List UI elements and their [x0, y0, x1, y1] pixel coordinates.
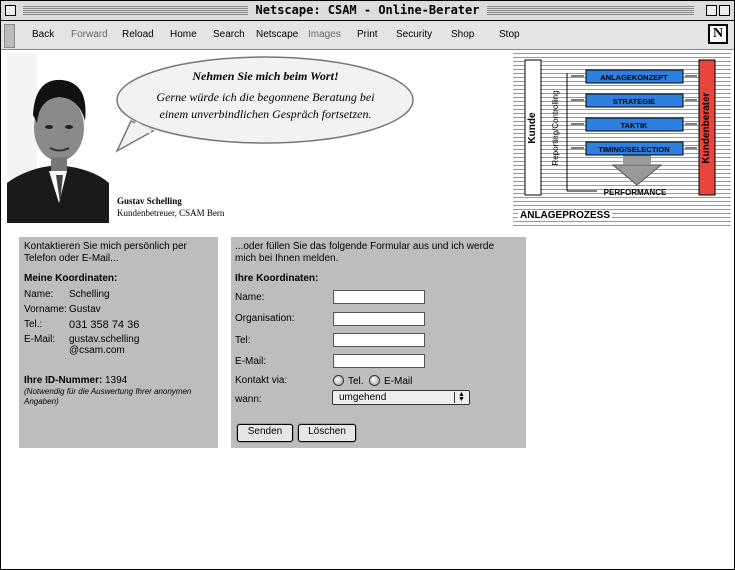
shop-button[interactable]: Shop: [451, 29, 474, 40]
id-label: Ihre ID-Nummer:: [24, 375, 103, 386]
forward-button[interactable]: Forward: [71, 29, 108, 40]
diagram-client-label: Kunde: [527, 112, 538, 144]
window-title: Netscape: CSAM - Online-Berater: [247, 2, 488, 19]
radio-email[interactable]: [369, 375, 380, 386]
id-value: 1394: [105, 375, 128, 386]
id-note: (Notwendig für die Auswertung Ihrer anon…: [24, 387, 192, 406]
collapse-box-icon[interactable]: [719, 5, 730, 16]
investment-process-diagram: Kunde Reporting/Controlling ANLAGEKONZEP…: [513, 53, 731, 226]
form-email-label: E-Mail:: [235, 356, 267, 367]
form-name-label: Name:: [235, 292, 265, 303]
speech-text: Gerne würde ich die begonnene Beratung b…: [156, 90, 375, 121]
title-bar: Netscape: CSAM - Online-Berater: [1, 1, 734, 21]
print-button[interactable]: Print: [357, 29, 378, 40]
advisor-portrait: [7, 53, 109, 223]
diagram-advisor-label: Kundenberater: [701, 92, 712, 163]
browser-window: Netscape: CSAM - Online-Berater Back For…: [0, 0, 735, 570]
vorname-label: Vorname:: [24, 304, 67, 315]
diagram-reporting-label: Reporting/Controlling: [551, 90, 560, 165]
step-strategie: STRATEGIE: [613, 97, 655, 106]
email-value-domain[interactable]: @csam.com: [69, 345, 125, 357]
form-heading: Ihre Koordinaten:: [235, 273, 319, 284]
page-content: Nehmen Sie mich beim Wort! Gerne würde i…: [1, 50, 734, 569]
netscape-button[interactable]: Netscape: [256, 29, 298, 40]
images-button[interactable]: Images: [308, 29, 341, 40]
when-select-value: umgehend: [339, 392, 387, 403]
step-timing-selection: TIMING/SELECTION: [598, 145, 669, 154]
zoom-box-icon[interactable]: [706, 5, 717, 16]
tel-value: 031 358 74 36: [69, 319, 140, 331]
form-tel-label: Tel:: [235, 335, 251, 346]
submit-button[interactable]: Senden: [237, 424, 293, 442]
tel-label: Tel.:: [24, 319, 43, 330]
when-select[interactable]: umgehend ▲ ▼: [332, 390, 470, 405]
email-field[interactable]: [333, 354, 425, 368]
netscape-logo[interactable]: N: [708, 24, 728, 44]
reload-button[interactable]: Reload: [122, 29, 154, 40]
radio-tel-label: Tel.: [348, 376, 364, 387]
name-field[interactable]: [333, 290, 425, 304]
vorname-value: Gustav: [69, 304, 101, 315]
toolbar-grip-icon[interactable]: [4, 24, 15, 48]
organisation-field[interactable]: [333, 312, 425, 326]
diagram-performance-label: PERFORMANCE: [604, 188, 667, 197]
contact-heading: Meine Koordinaten:: [24, 273, 118, 284]
name-label: Name:: [24, 289, 54, 300]
back-button[interactable]: Back: [32, 29, 54, 40]
when-label: wann:: [235, 394, 262, 405]
advisor-role: Kundenbetreuer, CSAM Bern: [117, 208, 225, 218]
radio-tel[interactable]: [333, 375, 344, 386]
tel-field[interactable]: [333, 333, 425, 347]
form-org-label: Organisation:: [235, 313, 295, 324]
reset-button[interactable]: Löschen: [298, 424, 356, 442]
diagram-caption: ANLAGEPROZESS: [518, 210, 613, 221]
advisor-contact-panel: Kontaktieren Sie mich persönlich per Tel…: [19, 237, 218, 448]
home-button[interactable]: Home: [170, 29, 197, 40]
security-button[interactable]: Security: [396, 29, 432, 40]
close-box-icon[interactable]: [5, 5, 16, 16]
select-arrows-icon: ▲ ▼: [454, 391, 468, 403]
radio-email-label: E-Mail: [384, 376, 413, 387]
advisor-name: Gustav Schelling: [117, 196, 182, 206]
contact-intro: Kontaktieren Sie mich persönlich per Tel…: [24, 241, 187, 264]
contact-via-label: Kontakt via:: [235, 375, 288, 386]
email-label: E-Mail:: [24, 334, 56, 345]
navigation-toolbar: Back Forward Reload Home Search Netscape…: [1, 21, 734, 50]
form-intro: ...oder füllen Sie das folgende Formular…: [235, 241, 495, 264]
stop-button[interactable]: Stop: [499, 29, 520, 40]
step-taktik: TAKTIK: [621, 121, 649, 130]
step-anlagekonzept: ANLAGEKONZEPT: [600, 73, 668, 82]
name-value: Schelling: [69, 289, 110, 300]
speech-headline: Nehmen Sie mich beim Wort!: [192, 69, 339, 83]
search-button[interactable]: Search: [213, 29, 245, 40]
contact-form-panel: ...oder füllen Sie das folgende Formular…: [231, 237, 526, 448]
